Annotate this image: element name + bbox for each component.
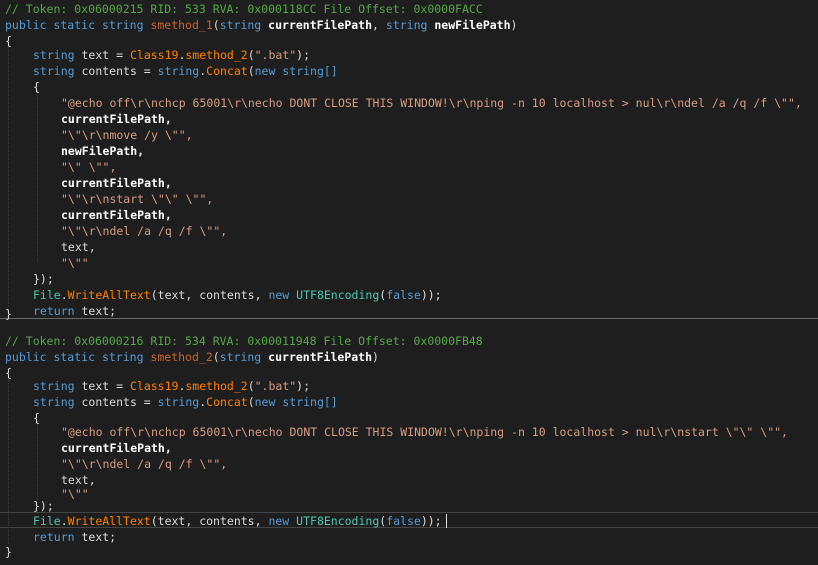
concat-item: "@echo off\r\nchcp 65001\r\necho DONT CL… xyxy=(61,425,788,439)
method-signature[interactable]: public static string smethod_1(string cu… xyxy=(5,18,517,33)
concat-item[interactable]: currentFilePath, xyxy=(61,112,172,127)
statement-write-all-text[interactable]: File.WriteAllText(text, contents, new UT… xyxy=(33,288,442,303)
method-separator xyxy=(0,318,818,319)
method-signature[interactable]: public static string smethod_2(string cu… xyxy=(5,350,379,365)
concat-item: "@echo off\r\nchcp 65001\r\necho DONT CL… xyxy=(61,96,802,110)
method-link[interactable]: Concat xyxy=(206,64,248,78)
array-close: }); xyxy=(33,499,54,513)
method-link[interactable]: WriteAllText xyxy=(68,288,151,302)
concat-item: "\"" xyxy=(61,487,89,501)
class-link[interactable]: Class19 xyxy=(130,379,178,393)
statement-contents-decl[interactable]: string contents = string.Concat(new stri… xyxy=(33,395,338,410)
concat-item: text, xyxy=(61,473,96,487)
indent-guide xyxy=(37,421,38,499)
array-open-brace: { xyxy=(33,80,40,94)
open-brace: { xyxy=(5,366,12,380)
array-close: }); xyxy=(33,272,54,286)
statement-text-assign[interactable]: string text = Class19.smethod_2(".bat"); xyxy=(33,48,310,63)
concat-item: "\"\r\ndel /a /q /f \"", xyxy=(61,457,228,471)
statement-return[interactable]: return text; xyxy=(33,530,116,545)
text-caret xyxy=(446,514,447,528)
statement-return[interactable]: return text; xyxy=(33,304,116,319)
concat-item: text, xyxy=(61,240,96,254)
statement-write-all-text[interactable]: File.WriteAllText(text, contents, new UT… xyxy=(33,514,442,529)
indent-guide xyxy=(8,40,9,306)
concat-item: "\" \"", xyxy=(61,160,117,174)
indent-guide xyxy=(37,90,38,262)
param-name[interactable]: newFilePath xyxy=(434,18,510,32)
concat-item: "\"\r\nstart \"\" \"", xyxy=(61,192,214,206)
concat-item: "\"\r\nmove /y \"", xyxy=(61,128,193,142)
concat-item: "\"" xyxy=(61,256,89,270)
statement-contents-decl[interactable]: string contents = string.Concat(new stri… xyxy=(33,64,338,79)
class-link[interactable]: File xyxy=(33,514,61,528)
class-link[interactable]: File xyxy=(33,288,61,302)
token-comment: // Token: 0x06000215 RID: 533 RVA: 0x000… xyxy=(5,2,483,16)
class-link[interactable]: UTF8Encoding xyxy=(296,514,379,528)
param-name[interactable]: currentFilePath xyxy=(268,350,372,364)
class-link[interactable]: UTF8Encoding xyxy=(296,288,379,302)
method-link[interactable]: WriteAllText xyxy=(68,514,151,528)
concat-item[interactable]: currentFilePath, xyxy=(61,208,172,223)
array-open-brace: { xyxy=(33,411,40,425)
class-link[interactable]: Class19 xyxy=(130,48,178,62)
open-brace: { xyxy=(5,34,12,48)
method-link[interactable]: Concat xyxy=(206,395,248,409)
concat-item[interactable]: newFilePath, xyxy=(61,144,144,159)
method-name[interactable]: smethod_1 xyxy=(150,18,212,32)
concat-item[interactable]: currentFilePath, xyxy=(61,441,172,456)
param-name[interactable]: currentFilePath xyxy=(268,18,372,32)
statement-text-assign[interactable]: string text = Class19.smethod_2(".bat"); xyxy=(33,379,310,394)
concat-item[interactable]: currentFilePath, xyxy=(61,176,172,191)
method-link[interactable]: smethod_2 xyxy=(185,48,247,62)
close-brace: } xyxy=(5,545,12,559)
concat-item: "\"\r\ndel /a /q /f \"", xyxy=(61,224,228,238)
token-comment: // Token: 0x06000216 RID: 534 RVA: 0x000… xyxy=(5,334,483,348)
close-brace: } xyxy=(5,307,12,321)
method-name[interactable]: smethod_2 xyxy=(150,350,212,364)
code-editor[interactable]: // Token: 0x06000215 RID: 533 RVA: 0x000… xyxy=(0,0,818,565)
method-link[interactable]: smethod_2 xyxy=(185,379,247,393)
